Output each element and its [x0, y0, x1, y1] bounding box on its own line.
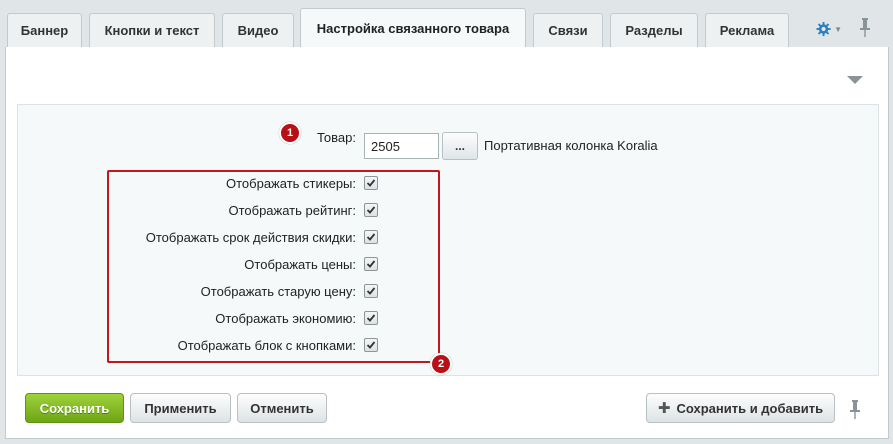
save-and-add-button[interactable]: ✚ Сохранить и добавить	[646, 393, 835, 423]
checkmark-icon	[366, 341, 376, 349]
tab-bar: Баннер Кнопки и текст Видео Настройка св…	[0, 0, 893, 48]
tab-label: Кнопки и текст	[104, 23, 200, 38]
product-name: Портативная колонка Koralia	[484, 138, 658, 153]
option-label-discount-period: Отображать срок действия скидки:	[145, 230, 356, 245]
tab-advertising[interactable]: Реклама	[705, 13, 789, 47]
option-label-rating: Отображать рейтинг:	[228, 203, 356, 218]
tab-banner[interactable]: Баннер	[7, 13, 82, 47]
tab-label: Баннер	[20, 23, 69, 38]
show-rating-checkbox[interactable]	[364, 203, 378, 217]
annotation-badge-1: 1	[279, 122, 301, 144]
cancel-button[interactable]: Отменить	[237, 393, 327, 423]
tab-label: Разделы	[625, 23, 683, 38]
tab-label: Видео	[237, 23, 279, 38]
option-label-buttons-block: Отображать блок с кнопками:	[177, 338, 356, 353]
option-label-savings: Отображать экономию:	[215, 311, 356, 326]
show-savings-checkbox[interactable]	[364, 311, 378, 325]
option-label-stickers: Отображать стикеры:	[226, 176, 356, 191]
gear-icon	[816, 21, 831, 37]
pin-icon[interactable]	[848, 399, 862, 421]
show-discount-period-checkbox[interactable]	[364, 230, 378, 244]
triangle-down-icon[interactable]	[847, 76, 863, 84]
checkmark-icon	[366, 179, 376, 187]
checkmark-icon	[366, 314, 376, 322]
option-label-old-price: Отображать старую цену:	[200, 284, 356, 299]
option-label-prices: Отображать цены:	[244, 257, 356, 272]
show-old-price-checkbox[interactable]	[364, 284, 378, 298]
save-button[interactable]: Сохранить	[25, 393, 124, 423]
tab-links[interactable]: Связи	[533, 13, 603, 47]
tab-content-panel: 1 Товар: ... Портативная колонка Koralia…	[5, 47, 889, 439]
tab-sections[interactable]: Разделы	[610, 13, 698, 47]
apply-button[interactable]: Применить	[130, 393, 231, 423]
plus-icon: ✚	[657, 400, 671, 417]
pin-icon[interactable]	[858, 17, 872, 39]
chevron-down-icon: ▼	[834, 24, 842, 34]
annotation-badge-2: 2	[430, 353, 452, 375]
checkmark-icon	[366, 260, 376, 268]
product-label: Товар:	[317, 130, 356, 145]
product-id-input[interactable]	[364, 133, 439, 159]
checkmark-icon	[366, 206, 376, 214]
show-prices-checkbox[interactable]	[364, 257, 378, 271]
checkmark-icon	[366, 287, 376, 295]
tab-label: Связи	[548, 23, 588, 38]
save-and-add-label: Сохранить и добавить	[676, 400, 824, 416]
show-stickers-checkbox[interactable]	[364, 176, 378, 190]
settings-menu-button[interactable]: ▼	[816, 19, 842, 39]
tab-video[interactable]: Видео	[222, 13, 294, 47]
tab-linked-product-settings[interactable]: Настройка связанного товара	[300, 8, 526, 48]
tab-label: Настройка связанного товара	[316, 21, 510, 36]
checkmark-icon	[366, 233, 376, 241]
tab-label: Реклама	[719, 23, 775, 38]
product-select-button[interactable]: ...	[442, 132, 478, 160]
show-buttons-block-checkbox[interactable]	[364, 338, 378, 352]
tab-buttons-text[interactable]: Кнопки и текст	[89, 13, 215, 47]
